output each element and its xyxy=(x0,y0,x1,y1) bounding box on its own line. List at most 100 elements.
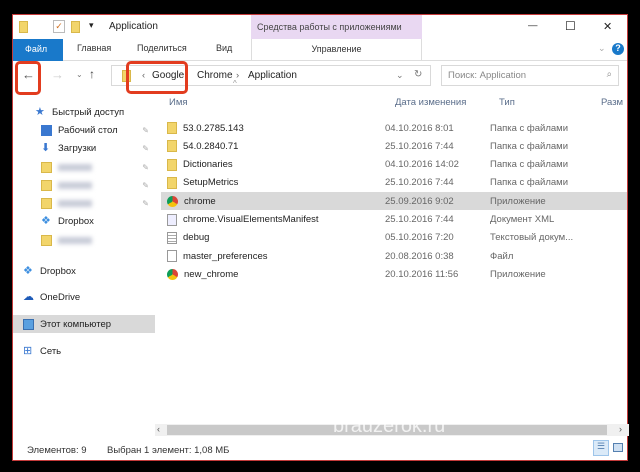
folder-icon xyxy=(41,197,52,209)
pin-icon[interactable]: ✎ xyxy=(142,163,149,172)
file-row[interactable]: new_chrome 20.10.2016 11:56 Приложение xyxy=(161,265,627,283)
sidebar-item[interactable] xyxy=(13,231,155,249)
file-name: Dictionaries xyxy=(183,159,233,171)
folder-icon xyxy=(41,161,52,173)
file-row[interactable]: chrome.VisualElementsManifest 25.10.2016 … xyxy=(161,211,627,229)
new-folder-icon[interactable] xyxy=(71,21,80,33)
pin-icon[interactable]: ✎ xyxy=(142,144,149,153)
scroll-left-icon[interactable]: ‹ xyxy=(157,424,160,434)
dropbox-icon: ❖ xyxy=(23,264,33,277)
sidebar-item[interactable]: Этот компьютер xyxy=(13,315,155,333)
file-name-cell: chrome.VisualElementsManifest xyxy=(161,213,385,226)
close-button[interactable]: ✕ xyxy=(603,20,612,33)
file-name-cell: Dictionaries xyxy=(161,158,385,171)
blurred-label xyxy=(58,181,92,189)
sidebar-item[interactable]: ❖ Dropbox xyxy=(13,212,155,230)
sidebar-item[interactable]: ⊞ Сеть xyxy=(13,342,155,360)
file-type: Приложение xyxy=(490,195,546,207)
pin-icon[interactable]: ✎ xyxy=(142,126,149,135)
sidebar-item[interactable]: ★ Быстрый доступ xyxy=(13,103,155,121)
search-input[interactable]: Поиск: Application ⌕ xyxy=(441,65,619,86)
file-row[interactable]: 54.0.2840.71 25.10.2016 7:44 Папка с файла… xyxy=(161,137,627,155)
folder-icon xyxy=(41,179,52,191)
desktop-icon xyxy=(41,124,52,136)
file-type: Файл xyxy=(490,250,514,262)
text-icon xyxy=(167,231,177,244)
help-icon[interactable]: ? xyxy=(612,43,624,55)
search-icon: ⌕ xyxy=(606,69,612,80)
column-date[interactable]: Дата изменения xyxy=(395,97,466,108)
sidebar-item[interactable]: ⬇ Загрузки ✎ xyxy=(13,139,155,157)
pin-icon[interactable]: ✎ xyxy=(142,181,149,190)
file-date: 25.10.2016 7:44 xyxy=(385,140,454,152)
status-bar: Элементов: 9 Выбран 1 элемент: 1,08 МБ ☰ xyxy=(13,438,627,460)
quick-access-dropdown-icon[interactable]: ▾ xyxy=(89,20,94,31)
address-dropdown-icon[interactable]: ⌄ xyxy=(396,70,404,81)
sidebar-item[interactable]: ☁ OneDrive xyxy=(13,288,155,306)
file-row[interactable]: Dictionaries 04.10.2016 14:02 Папка с файл… xyxy=(161,156,627,174)
file-name: 53.0.2785.143 xyxy=(183,122,244,134)
recent-dropdown-icon[interactable]: ⌄ xyxy=(76,70,83,79)
file-name: new_chrome xyxy=(184,268,239,280)
ribbon-tabs: Файл Главная Поделиться Вид Управление ⌄… xyxy=(13,39,627,61)
breadcrumb-chrome[interactable]: Chrome xyxy=(197,70,233,81)
sidebar-item-label: Dropbox xyxy=(40,265,76,277)
download-icon: ⬇ xyxy=(41,141,51,154)
column-name[interactable]: Имя xyxy=(169,97,188,108)
large-icons-view-icon[interactable] xyxy=(613,443,623,452)
file-row[interactable]: master_preferences 20.08.2016 0:38 Файл xyxy=(161,247,627,265)
sidebar-item[interactable]: ✎ xyxy=(13,158,155,176)
tab-home[interactable]: Главная xyxy=(77,43,111,53)
maximize-button[interactable]: ☐ xyxy=(565,19,576,33)
tab-share[interactable]: Поделиться xyxy=(137,43,187,53)
file-date: 25.09.2016 9:02 xyxy=(385,195,454,207)
file-date: 25.10.2016 7:44 xyxy=(385,177,454,189)
folder-icon xyxy=(167,140,177,153)
expand-ribbon-icon[interactable]: ⌄ xyxy=(598,43,606,54)
breadcrumb-application[interactable]: Application xyxy=(248,70,297,81)
sidebar-item[interactable]: ❖ Dropbox xyxy=(13,262,155,280)
file-type: Папка с файлами xyxy=(490,159,569,171)
minimize-button[interactable]: — xyxy=(528,20,538,31)
onedrive-icon: ☁ xyxy=(23,290,34,303)
sidebar-item[interactable]: ✎ xyxy=(13,176,155,194)
refresh-icon[interactable]: ↻ xyxy=(414,69,422,80)
column-headers: ^ Имя Дата изменения Тип Разм xyxy=(155,79,629,111)
file-date: 04.10.2016 14:02 xyxy=(385,159,459,171)
file-type: Приложение xyxy=(490,268,546,280)
tab-manage[interactable]: Управление xyxy=(251,39,422,61)
file-name: SetupMetrics xyxy=(183,177,239,189)
file-row[interactable]: 53.0.2785.143 04.10.2016 8:01 Папка с файл… xyxy=(161,119,627,137)
details-view-icon[interactable]: ☰ xyxy=(593,440,609,456)
file-name: debug xyxy=(183,232,210,244)
column-size[interactable]: Разм xyxy=(601,97,623,108)
title-bar: ✓ ▾ Application Средства работы с прилож… xyxy=(13,15,627,39)
navigation-pane: ★ Быстрый доступ Рабочий стол ✎ ⬇ Загрузки ✎ ✎ ✎… xyxy=(13,99,155,429)
forward-button[interactable]: → xyxy=(51,67,64,82)
sidebar-item[interactable]: ✎ xyxy=(13,194,155,212)
folder-icon xyxy=(167,122,177,134)
xml-icon xyxy=(167,213,177,226)
file-date: 20.08.2016 0:38 xyxy=(385,250,454,262)
file-date: 05.10.2016 7:20 xyxy=(385,232,454,244)
file-row[interactable]: debug 05.10.2016 7:20 Текстовый докум... xyxy=(161,229,627,247)
scroll-right-icon[interactable]: › xyxy=(619,424,622,434)
file-row[interactable]: SetupMetrics 25.10.2016 7:44 Папка с файла… xyxy=(161,174,627,192)
properties-icon[interactable]: ✓ xyxy=(53,20,65,33)
file-row[interactable]: chrome 25.09.2016 9:02 Приложение xyxy=(161,192,627,211)
column-type[interactable]: Тип xyxy=(499,97,515,108)
file-type: Папка с файлами xyxy=(490,177,569,189)
folder-icon xyxy=(167,158,177,171)
dropbox-icon: ❖ xyxy=(41,214,51,227)
file-icon xyxy=(167,250,177,263)
file-name: master_preferences xyxy=(183,250,268,262)
file-type: Папка с файлами xyxy=(490,122,569,134)
chrome-icon xyxy=(167,268,178,280)
sidebar-item[interactable]: Рабочий стол ✎ xyxy=(13,121,155,139)
tab-view[interactable]: Вид xyxy=(216,43,232,53)
up-button[interactable]: ↑ xyxy=(89,67,95,81)
computer-icon xyxy=(23,318,34,330)
pin-icon[interactable]: ✎ xyxy=(142,199,149,208)
file-date: 20.10.2016 11:56 xyxy=(385,268,459,280)
tab-file[interactable]: Файл xyxy=(13,39,63,61)
